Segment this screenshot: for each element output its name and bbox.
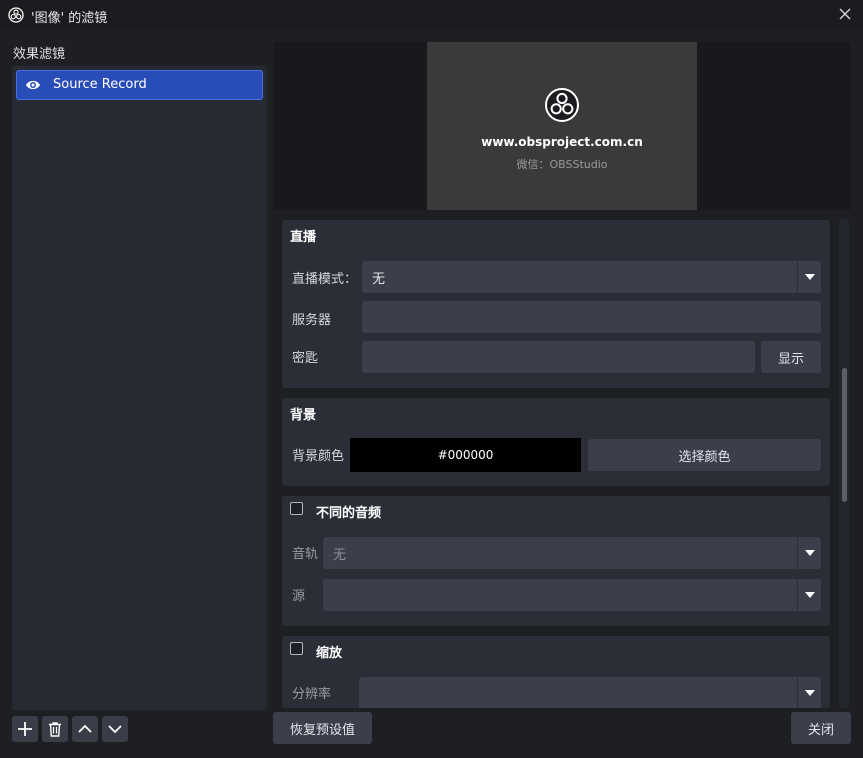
group-background: 背景 背景颜色 #000000 选择颜色 [282, 398, 830, 486]
preview-image: www.obsproject.com.cn 微信：OBSStudio [427, 42, 697, 210]
preview-url-text: www.obsproject.com.cn [481, 135, 643, 149]
audio-enable-checkbox[interactable] [290, 502, 303, 515]
group-scale-title: 缩放 [316, 646, 343, 661]
trash-icon [49, 722, 61, 737]
add-filter-button[interactable] [12, 716, 38, 742]
caret-down-icon [804, 592, 815, 598]
choose-color-button[interactable]: 选择颜色 [588, 439, 821, 471]
chevron-down-icon [108, 725, 122, 734]
group-stream-title: 直播 [290, 230, 317, 245]
plus-icon [18, 722, 32, 736]
properties-scrollbar-thumb[interactable] [842, 368, 847, 502]
source-label: 源 [292, 589, 306, 604]
group-background-title: 背景 [290, 408, 317, 423]
stream-mode-select[interactable]: 无 [362, 261, 821, 293]
move-down-button[interactable] [102, 716, 128, 742]
resolution-label: 分辨率 [292, 687, 332, 702]
dropdown-arrow[interactable] [797, 261, 821, 293]
background-color-swatch: #000000 [350, 438, 581, 472]
window-title: '图像' 的滤镜 [31, 11, 108, 26]
scale-enable-checkbox[interactable] [290, 642, 303, 655]
group-stream: 直播 直播模式： 无 服务器 密匙 显示 [282, 220, 830, 388]
filters-label: 效果滤镜 [13, 47, 66, 62]
source-select[interactable] [323, 579, 821, 611]
move-up-button[interactable] [72, 716, 98, 742]
caret-down-icon [804, 274, 815, 280]
dropdown-arrow[interactable] [797, 677, 821, 708]
filter-item-label: Source Record [53, 77, 147, 92]
track-value: 无 [333, 547, 347, 563]
group-scale: 缩放 分辨率 [282, 636, 830, 708]
group-audio-title: 不同的音频 [316, 506, 382, 521]
key-label: 密匙 [292, 351, 319, 366]
dropdown-arrow[interactable] [797, 537, 821, 569]
group-audio: 不同的音频 音轨 无 源 [282, 496, 830, 626]
filter-list[interactable]: Source Record [12, 66, 267, 710]
filter-item-source-record[interactable]: Source Record [16, 70, 263, 100]
source-preview: www.obsproject.com.cn 微信：OBSStudio [273, 42, 851, 210]
obs-logo-icon [545, 88, 579, 122]
preview-wechat-text: 微信：OBSStudio [516, 158, 608, 171]
server-label: 服务器 [292, 313, 332, 328]
caret-down-icon [804, 550, 815, 556]
server-input[interactable] [362, 301, 821, 333]
title-bar: '图像' 的滤镜 [0, 0, 863, 30]
stream-key-input[interactable] [362, 341, 755, 373]
remove-filter-button[interactable] [42, 716, 68, 742]
close-button[interactable]: 关闭 [791, 712, 851, 744]
eye-icon[interactable] [25, 78, 41, 92]
track-label: 音轨 [292, 547, 319, 562]
resolution-select[interactable] [359, 677, 821, 708]
dropdown-arrow[interactable] [797, 579, 821, 611]
obs-logo-icon [8, 7, 24, 23]
reset-defaults-button[interactable]: 恢复预设值 [273, 712, 372, 744]
window-close-icon[interactable] [837, 6, 853, 22]
properties-panel[interactable]: 直播 直播模式： 无 服务器 密匙 显示 背景 背景颜色 #000000 选择颜… [273, 212, 851, 708]
chevron-up-icon [78, 724, 92, 733]
show-key-button[interactable]: 显示 [761, 341, 821, 373]
stream-mode-label: 直播模式： [292, 272, 358, 287]
stream-mode-value: 无 [372, 271, 386, 287]
track-select[interactable]: 无 [323, 537, 821, 569]
background-color-label: 背景颜色 [292, 449, 345, 464]
caret-down-icon [804, 690, 815, 696]
